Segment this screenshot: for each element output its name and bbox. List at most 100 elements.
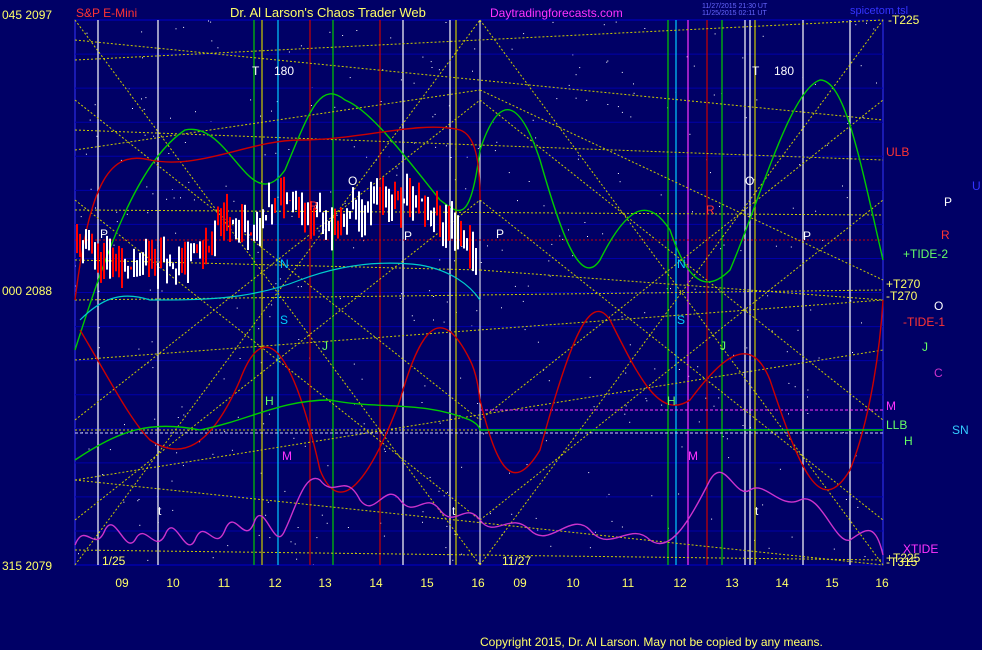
star-dot	[396, 167, 398, 169]
star-dot	[212, 453, 214, 455]
star-dot	[431, 67, 433, 68]
star-dot	[78, 553, 79, 555]
star-dot	[294, 543, 296, 545]
star-dot	[439, 259, 441, 261]
star-dot	[446, 525, 448, 527]
star-dot	[814, 83, 816, 85]
chart-letter: J	[322, 339, 328, 353]
star-dot	[608, 493, 610, 495]
star-dot	[855, 24, 857, 26]
star-dot	[141, 31, 143, 33]
star-dot	[239, 358, 241, 359]
chart-letter: 180	[274, 64, 294, 78]
star-dot	[718, 397, 720, 399]
star-dot	[233, 200, 235, 202]
star-dot	[445, 547, 447, 549]
star-dot	[550, 545, 552, 547]
star-dot	[183, 414, 185, 416]
star-dot	[96, 135, 98, 137]
star-dot	[170, 117, 171, 119]
star-dot	[399, 297, 401, 299]
star-dot	[740, 250, 742, 252]
star-dot	[472, 70, 473, 72]
star-dot	[300, 45, 302, 47]
star-dot	[120, 159, 122, 161]
star-dot	[693, 65, 695, 67]
star-dot	[86, 32, 88, 34]
star-dot	[487, 245, 488, 247]
star-dot	[660, 194, 662, 196]
star-dot	[629, 344, 631, 346]
chart-letter: P	[404, 229, 412, 243]
star-dot	[756, 99, 758, 101]
star-dot	[146, 186, 148, 188]
star-dot	[866, 22, 867, 24]
left-bot-label: 315 2079	[2, 559, 52, 573]
star-dot	[124, 424, 125, 426]
star-dot	[661, 404, 663, 406]
star-dot	[860, 65, 862, 67]
star-dot	[298, 339, 300, 340]
star-dot	[694, 288, 696, 290]
star-dot	[171, 480, 173, 482]
far-right-label: J	[922, 340, 928, 354]
star-dot	[94, 104, 96, 106]
star-dot	[126, 213, 128, 215]
star-dot	[670, 288, 671, 290]
star-dot	[861, 322, 862, 324]
star-dot	[611, 520, 613, 522]
far-right-label: U	[972, 179, 981, 193]
x-tick-label: 10	[166, 576, 180, 590]
x-tick-label: 13	[318, 576, 332, 590]
star-dot	[383, 535, 385, 537]
star-dot	[430, 61, 432, 63]
chart-letter: H	[667, 394, 676, 408]
star-dot	[80, 216, 82, 218]
star-dot	[794, 386, 796, 388]
star-dot	[551, 243, 553, 245]
star-dot	[779, 468, 781, 470]
site-link[interactable]: Daytradingforecasts.com	[490, 6, 623, 20]
star-dot	[719, 205, 720, 207]
star-dot	[342, 35, 344, 36]
star-dot	[762, 504, 764, 506]
star-dot	[689, 133, 691, 135]
star-dot	[545, 440, 547, 442]
star-dot	[268, 413, 270, 415]
star-dot	[300, 286, 302, 288]
star-dot	[152, 193, 154, 195]
chart-letter: M	[688, 449, 698, 463]
right-label: -T315	[886, 555, 918, 569]
star-dot	[621, 526, 623, 528]
chart-letter: P	[496, 227, 504, 241]
star-dot	[646, 400, 648, 402]
star-dot	[723, 244, 725, 246]
star-dot	[619, 181, 621, 183]
star-dot	[523, 33, 525, 35]
x-tick-label: 15	[420, 576, 434, 590]
star-dot	[361, 378, 363, 380]
star-dot	[432, 116, 434, 118]
star-dot	[336, 214, 338, 216]
star-dot	[443, 321, 445, 323]
star-dot	[400, 79, 402, 81]
star-dot	[258, 534, 260, 536]
star-dot	[181, 406, 183, 408]
x-tick-label: 09	[513, 576, 527, 590]
star-dot	[511, 513, 513, 515]
star-dot	[258, 328, 260, 330]
star-dot	[88, 448, 90, 450]
star-dot	[297, 527, 299, 528]
star-dot	[321, 514, 323, 516]
star-dot	[807, 396, 808, 398]
star-dot	[176, 452, 178, 454]
star-dot	[188, 181, 190, 183]
star-dot	[95, 207, 96, 209]
star-dot	[461, 553, 463, 555]
star-dot	[212, 557, 214, 559]
star-dot	[147, 212, 149, 214]
star-dot	[745, 117, 747, 119]
star-dot	[264, 154, 266, 156]
x-tick-label: 15	[825, 576, 839, 590]
star-dot	[589, 547, 591, 549]
